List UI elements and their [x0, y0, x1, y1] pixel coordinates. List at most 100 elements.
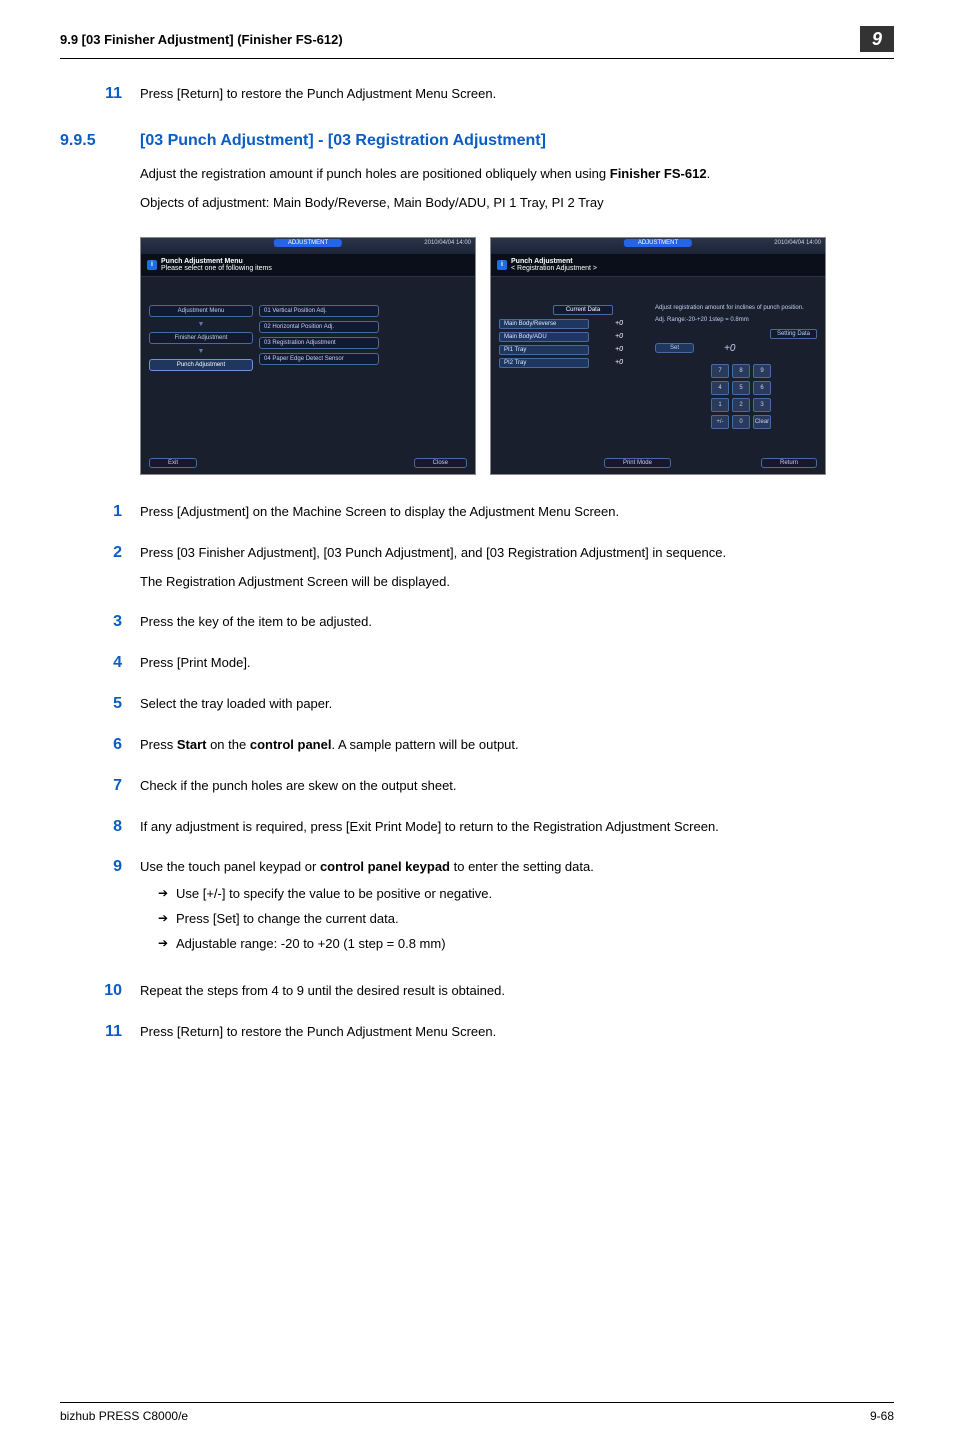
bullet-item: Press [Set] to change the current data.: [158, 910, 894, 929]
step-number: 1: [60, 503, 140, 521]
step-text: Press [Adjustment] on the Machine Screen…: [140, 503, 894, 522]
section-number: 9.9.5: [60, 132, 140, 150]
screenshot-1: ADJUSTMENT 2010/04/04 14:00 i Punch Adju…: [140, 237, 476, 475]
opt-horizontal-position[interactable]: 02 Horizontal Position Adj.: [259, 321, 379, 333]
return-button[interactable]: Return: [761, 458, 817, 468]
val-pi2-tray: +0: [593, 359, 623, 366]
step-text: Press [Return] to restore the Punch Adju…: [140, 1023, 894, 1042]
step-row: 11 Press [Return] to restore the Punch A…: [60, 85, 894, 104]
step-number: 9: [60, 858, 140, 876]
key-clear[interactable]: Clear: [753, 415, 771, 429]
key-6[interactable]: 6: [753, 381, 771, 395]
shot2-header-line2: < Registration Adjustment >: [511, 265, 597, 272]
step-row: 9Use the touch panel keypad or control p…: [60, 858, 894, 959]
step-text: Press the key of the item to be adjusted…: [140, 613, 894, 632]
shot1-title-pill: ADJUSTMENT: [274, 239, 342, 247]
step-number: 6: [60, 736, 140, 754]
key-8[interactable]: 8: [732, 364, 750, 378]
step-number: 2: [60, 544, 140, 562]
key-1[interactable]: 1: [711, 398, 729, 412]
shot2-desc: Adjust registration amount for inclines …: [655, 305, 817, 311]
step-number: 10: [60, 982, 140, 1000]
step-text: Repeat the steps from 4 to 9 until the d…: [140, 982, 894, 1001]
intro-p2: Objects of adjustment: Main Body/Reverse…: [140, 193, 894, 213]
intro-p1-bold: Finisher FS-612: [610, 166, 707, 181]
step-number: 11: [60, 1023, 140, 1041]
step-number: 7: [60, 777, 140, 795]
step-row: 7 Check if the punch holes are skew on t…: [60, 777, 894, 796]
opt-vertical-position[interactable]: 01 Vertical Position Adj.: [259, 305, 379, 317]
shot2-header: i Punch Adjustment < Registration Adjust…: [491, 254, 825, 277]
shot1-header-line1: Punch Adjustment Menu: [161, 258, 272, 265]
key-2[interactable]: 2: [732, 398, 750, 412]
step-text: Use the touch panel keypad or control pa…: [140, 858, 894, 959]
setting-data-label: Setting Data: [770, 329, 817, 339]
step-row: 11Press [Return] to restore the Punch Ad…: [60, 1023, 894, 1042]
page-footer: bizhub PRESS C8000/e 9-68: [60, 1402, 894, 1453]
print-mode-button[interactable]: Print Mode: [604, 458, 671, 468]
footer-left: bizhub PRESS C8000/e: [60, 1409, 188, 1423]
step-subtext: The Registration Adjustment Screen will …: [140, 573, 894, 592]
key-0[interactable]: 0: [732, 415, 750, 429]
close-button[interactable]: Close: [414, 458, 467, 468]
shot1-options-col: 01 Vertical Position Adj. 02 Horizontal …: [259, 305, 379, 371]
step-number: 5: [60, 695, 140, 713]
nav-finisher-adjustment[interactable]: Finisher Adjustment: [149, 332, 253, 344]
current-data-label: Current Data: [553, 305, 613, 315]
intro-p1: Adjust the registration amount if punch …: [140, 164, 894, 184]
step-number: 3: [60, 613, 140, 631]
header-left: 9.9 [03 Finisher Adjustment] (Finisher F…: [60, 32, 860, 47]
shot1-nav-col: Adjustment Menu ▼ Finisher Adjustment ▼ …: [149, 305, 253, 371]
exit-button[interactable]: Exit: [149, 458, 197, 468]
info-icon: i: [497, 260, 507, 270]
keypad: 7 8 9 4 5 6 1 2 3 +/- 0 Clear: [711, 364, 817, 429]
set-button[interactable]: Set: [655, 343, 694, 353]
step-text: Select the tray loaded with paper.: [140, 695, 894, 714]
shot1-datetime: 2010/04/04 14:00: [424, 240, 471, 246]
step-number: 11: [60, 85, 140, 103]
shot1-header: i Punch Adjustment Menu Please select on…: [141, 254, 475, 277]
nav-punch-adjustment[interactable]: Punch Adjustment: [149, 359, 253, 371]
key-5[interactable]: 5: [732, 381, 750, 395]
step-text: Press [Print Mode].: [140, 654, 894, 673]
opt-paper-edge-detect[interactable]: 04 Paper Edge Detect Sensor: [259, 353, 379, 365]
shot2-titlebar: ADJUSTMENT 2010/04/04 14:00: [491, 238, 825, 254]
key-4[interactable]: 4: [711, 381, 729, 395]
nav-arrow-icon: ▼: [149, 321, 253, 328]
key-9[interactable]: 9: [753, 364, 771, 378]
key-7[interactable]: 7: [711, 364, 729, 378]
step-text: Press [03 Finisher Adjustment], [03 Punc…: [140, 544, 894, 592]
page-header: 9.9 [03 Finisher Adjustment] (Finisher F…: [60, 18, 894, 59]
val-pi1-tray: +0: [593, 346, 623, 353]
shot2-title-pill: ADJUSTMENT: [624, 239, 692, 247]
row-pi1-tray[interactable]: PI1 Tray: [499, 345, 589, 355]
step-row: 1Press [Adjustment] on the Machine Scree…: [60, 503, 894, 522]
shot2-datetime: 2010/04/04 14:00: [774, 240, 821, 246]
footer-right: 9-68: [870, 1409, 894, 1423]
step-row: 5Select the tray loaded with paper.: [60, 695, 894, 714]
section-title: [03 Punch Adjustment] - [03 Registration…: [140, 132, 894, 150]
row-main-body-adu[interactable]: Main Body/ADU: [499, 332, 589, 342]
step-text: Press [Return] to restore the Punch Adju…: [140, 85, 894, 104]
nav-adjustment-menu[interactable]: Adjustment Menu: [149, 305, 253, 317]
intro-p1-before: Adjust the registration amount if punch …: [140, 166, 610, 181]
key-3[interactable]: 3: [753, 398, 771, 412]
step-row: 3Press the key of the item to be adjuste…: [60, 613, 894, 632]
step-row: 8If any adjustment is required, press [E…: [60, 818, 894, 837]
shot1-header-line2: Please select one of following items: [161, 265, 272, 272]
row-pi2-tray[interactable]: PI2 Tray: [499, 358, 589, 368]
row-main-body-reverse[interactable]: Main Body/Reverse: [499, 319, 589, 329]
shot1-titlebar: ADJUSTMENT 2010/04/04 14:00: [141, 238, 475, 254]
step-row: 6Press Start on the control panel. A sam…: [60, 736, 894, 755]
step-row: 2Press [03 Finisher Adjustment], [03 Pun…: [60, 544, 894, 592]
setting-value: +0: [724, 343, 735, 354]
key-plusminus[interactable]: +/-: [711, 415, 729, 429]
chapter-badge: 9: [860, 26, 894, 52]
intro-p1-after: .: [707, 166, 711, 181]
shot2-header-line1: Punch Adjustment: [511, 258, 597, 265]
bullet-list: Use [+/-] to specify the value to be pos…: [158, 885, 894, 954]
info-icon: i: [147, 260, 157, 270]
step-text: Check if the punch holes are skew on the…: [140, 777, 894, 796]
intro-block: Adjust the registration amount if punch …: [140, 164, 894, 213]
opt-registration-adjustment[interactable]: 03 Registration Adjustment: [259, 337, 379, 349]
